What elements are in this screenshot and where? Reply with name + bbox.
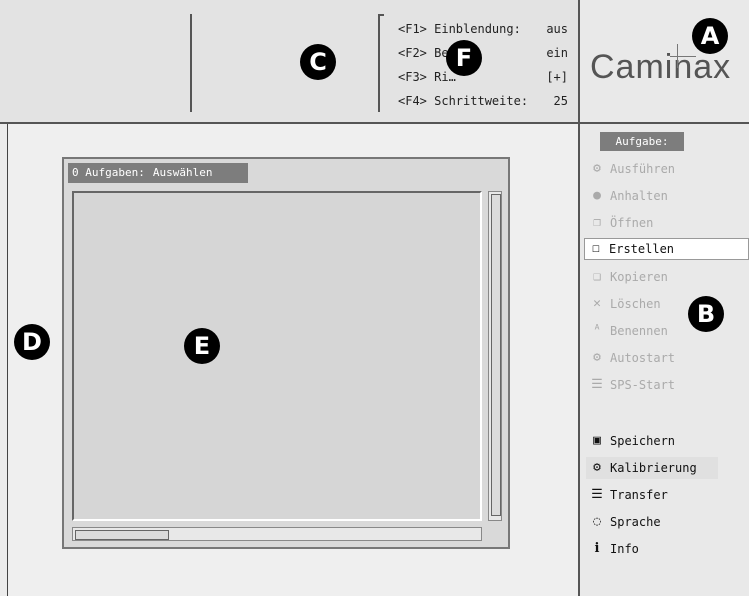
gear-icon: ⚙ (593, 161, 601, 176)
header-divider-tick (378, 14, 384, 16)
annotation-marker-c: C (300, 44, 336, 80)
fkey-label: <F3> Ri… (398, 70, 456, 84)
fkey-row-f3: <F3> Ri… [+] (398, 65, 568, 89)
sidebar-item-anhalten[interactable]: ● Anhalten (586, 185, 749, 207)
annotation-marker-b: B (688, 296, 724, 332)
fkey-value: aus (546, 22, 568, 36)
task-list[interactable] (72, 191, 482, 521)
logo-crosshair (670, 56, 696, 57)
sidebar-item-erstellen[interactable]: ☐ Erstellen (584, 238, 749, 260)
fkey-value: [+] (546, 70, 568, 84)
sidebar-item-label: Autostart (610, 351, 676, 365)
task-count-label: 0 Aufgaben: (72, 166, 145, 179)
sidebar-item-benennen[interactable]: ᴬ Benennen (586, 320, 749, 342)
save-icon: ▣ (593, 433, 601, 448)
sidebar-item-autostart[interactable]: ⚙ Autostart (586, 347, 749, 369)
sidebar-item-label: Benennen (610, 324, 668, 338)
sidebar-item-label: Erstellen (609, 242, 675, 256)
logo-crosshair (677, 44, 678, 68)
new-file-icon: ☐ (592, 241, 600, 256)
sidebar-item-label: SPS-Start (610, 378, 676, 392)
sidebar-item-label: Sprache (610, 515, 661, 529)
sidebar-item-sprache[interactable]: ◌ Sprache (586, 511, 749, 533)
task-mode-label: Auswählen (152, 166, 213, 179)
sidebar-item-loeschen[interactable]: ✕ Löschen (586, 293, 749, 315)
vertical-scrollbar[interactable] (488, 191, 502, 521)
function-key-legend: <F1> Einblendung: aus <F2> Be… ein <F3> … (398, 17, 568, 113)
sidebar-item-label: Kalibrierung (610, 461, 697, 475)
speech-bubble-icon: ◌ (593, 514, 601, 529)
folder-open-icon: ❐ (593, 215, 601, 230)
task-list-panel: 0 Aufgaben: Auswählen (62, 157, 510, 549)
fkey-label: <F4> Schrittweite: (398, 94, 529, 108)
sidebar-item-kopieren[interactable]: ❑ Kopieren (586, 266, 749, 288)
annotation-marker-a: A (692, 18, 728, 54)
stop-icon: ● (593, 188, 601, 203)
vertical-scrollbar-thumb[interactable] (491, 194, 501, 516)
sidebar-item-kalibrierung[interactable]: ⚙ Kalibrierung (586, 457, 718, 479)
sidebar-item-oeffnen[interactable]: ❐ Öffnen (586, 212, 749, 234)
delete-icon: ✕ (593, 296, 601, 311)
annotation-marker-d: D (14, 324, 50, 360)
fkey-value: 25 (553, 94, 568, 108)
sidebar-item-speichern[interactable]: ▣ Speichern (586, 430, 749, 452)
sidebar-item-label: Transfer (610, 488, 668, 502)
calibration-icon: ⚙ (593, 460, 601, 475)
sidebar-item-label: Anhalten (610, 189, 668, 203)
rename-icon: ᴬ (593, 323, 601, 338)
info-icon: i (594, 541, 600, 556)
sidebar-item-label: Speichern (610, 434, 676, 448)
annotation-marker-f: F (446, 40, 482, 76)
sidebar-item-label: Ausführen (610, 162, 676, 176)
horizontal-scrollbar[interactable] (72, 527, 482, 541)
sidebar-item-label: Kopieren (610, 270, 668, 284)
copy-icon: ❑ (593, 269, 601, 284)
fkey-value: ein (546, 46, 568, 60)
header-divider (190, 14, 192, 112)
sidebar-item-info[interactable]: i Info (586, 538, 749, 560)
fkey-row-f1: <F1> Einblendung: aus (398, 17, 568, 41)
sidebar-item-sps-start[interactable]: ☰ SPS-Start (586, 374, 749, 396)
sidebar-section-title: Aufgabe: (600, 132, 684, 151)
sidebar-item-ausfuehren[interactable]: ⚙ Ausführen (586, 158, 749, 180)
sidebar-item-label: Löschen (610, 297, 661, 311)
sidebar-item-label: Öffnen (610, 216, 654, 230)
header-panel: <F1> Einblendung: aus <F2> Be… ein <F3> … (0, 0, 579, 122)
annotation-marker-e: E (184, 328, 220, 364)
header-divider (378, 14, 380, 112)
horizontal-scrollbar-thumb[interactable] (75, 530, 169, 540)
autostart-gear-icon: ⚙ (593, 350, 601, 365)
sidebar-item-transfer[interactable]: ☰ Transfer (586, 484, 749, 506)
logo-area: Caminax (580, 0, 749, 122)
task-list-header: 0 Aufgaben: Auswählen (68, 163, 248, 183)
sidebar-item-label: Info (610, 542, 639, 556)
fkey-row-f2: <F2> Be… ein (398, 41, 568, 65)
plc-start-icon: ☰ (591, 377, 603, 392)
content-left-edge (7, 124, 8, 596)
fkey-label: <F1> Einblendung: (398, 22, 521, 36)
sidebar: Aufgabe: ⚙ Ausführen ● Anhalten ❐ Öffnen… (580, 124, 749, 596)
fkey-row-f4: <F4> Schrittweite: 25 (398, 89, 568, 113)
transfer-icon: ☰ (591, 487, 603, 502)
